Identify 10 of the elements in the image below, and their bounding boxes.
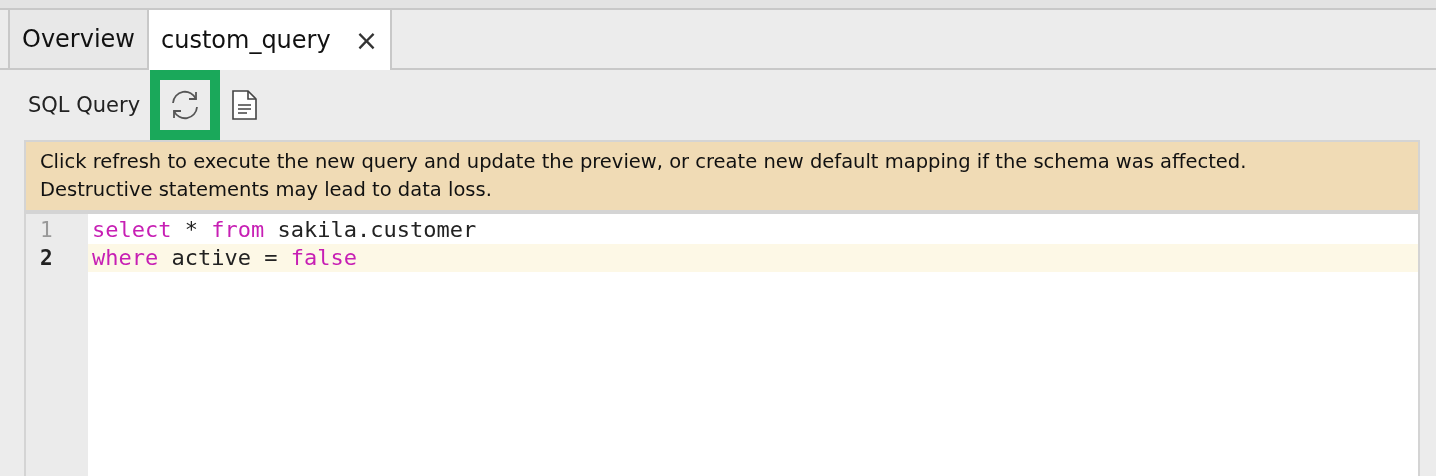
code-editor[interactable]: 1 2 select * from sakila.customer where active = false — [26, 214, 1418, 476]
tab[interactable]: custom_query × — [149, 10, 393, 70]
code-line: select * from sakila.customer — [91, 216, 478, 244]
close-icon[interactable]: × — [354, 23, 379, 57]
section-label: SQL Query — [28, 93, 141, 117]
document-icon — [230, 89, 259, 121]
tab[interactable]: Overview — [8, 10, 149, 68]
line-number: 2 — [39, 245, 54, 272]
line-number: 1 — [39, 217, 54, 244]
notice-banner: Click refresh to execute the new query and update the preview, or create new default mapping if the schema was affected. Destructive statements may lead to data loss. — [26, 142, 1418, 214]
